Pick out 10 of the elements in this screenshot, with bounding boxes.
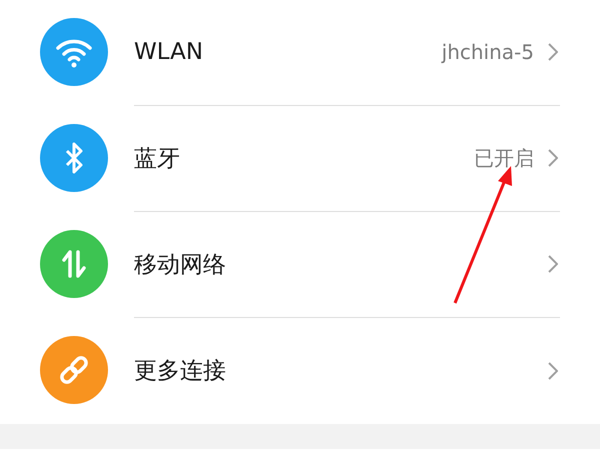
setting-label[interactable]: 蓝牙 [134,142,474,174]
setting-value: jhchina-5 [442,40,534,64]
chevron-icon [548,149,558,167]
chevron-icon [548,255,558,273]
setting-value: 已开启 [474,144,534,172]
setting-label[interactable]: 移动网络 [134,248,548,280]
chevron-icon [548,43,558,61]
chevron-icon [548,362,558,380]
setting-label[interactable]: WLAN [134,39,442,65]
setting-label[interactable]: 更多连接 [134,355,548,386]
